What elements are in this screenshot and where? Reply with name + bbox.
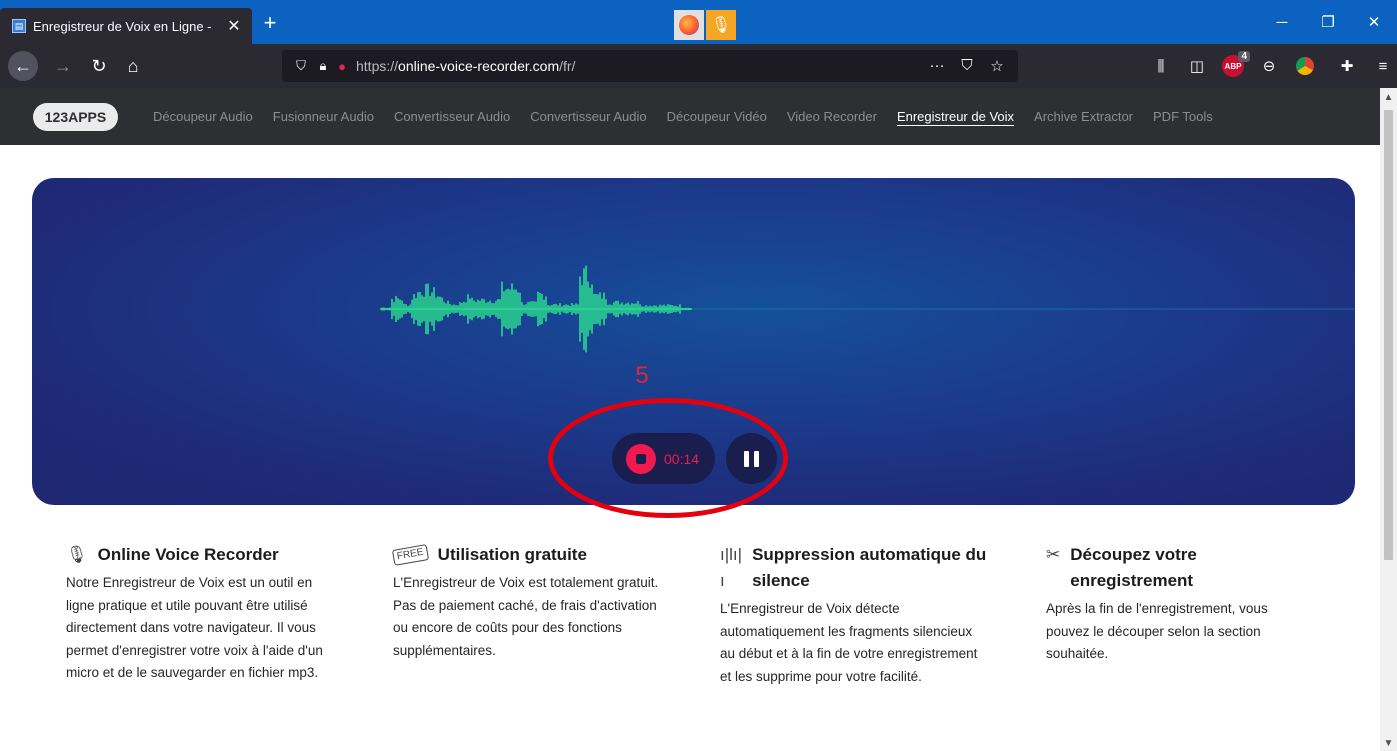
adblock-icon[interactable]: ABP 4 <box>1222 51 1250 77</box>
shield-icon[interactable]: ⛉ <box>290 58 312 74</box>
pause-icon <box>744 450 749 467</box>
reload-icon[interactable]: ↻ <box>84 51 114 81</box>
scroll-down-icon[interactable]: ▼ <box>1380 738 1397 749</box>
feature-text: L'Enregistreur de Voix détecte automatiq… <box>720 601 978 684</box>
feature-text: Notre Enregistreur de Voix est un outil … <box>66 575 323 680</box>
feature-title: Online Voice Recorder <box>97 545 279 564</box>
sharing-indicator[interactable]: 🎙 <box>674 10 736 40</box>
lock-icon[interactable]: 🔒︎ <box>312 58 334 74</box>
feature-silence-removal: ı|lı|ı Suppression automatique du silence… <box>720 542 990 688</box>
nav-link-archive-extractor[interactable]: Archive Extractor <box>1034 109 1133 124</box>
nav-link-video-recorder[interactable]: Video Recorder <box>787 109 877 124</box>
nav-link-audio-converter[interactable]: Convertisseur Audio <box>394 109 510 124</box>
nav-link-audio-converter-2[interactable]: Convertisseur Audio <box>530 109 646 124</box>
home-icon[interactable]: ⌂ <box>118 51 148 81</box>
new-tab-button[interactable]: + <box>258 12 282 36</box>
tab-title: Enregistreur de Voix en Ligne - <box>33 18 212 34</box>
feature-title: Suppression automatique du silence <box>752 545 987 590</box>
nav-link-audio-joiner[interactable]: Fusionneur Audio <box>273 109 374 124</box>
back-arrow-icon[interactable]: ← <box>8 51 38 81</box>
feature-cut-recording: ✂︎ Découpez votre enregistrement Après la… <box>1046 542 1311 666</box>
bookmark-star-icon[interactable]: ☆ <box>984 57 1010 75</box>
menu-icon[interactable]: ≡ <box>1368 51 1397 81</box>
feature-online-voice-recorder: 🎙︎ Online Voice Recorder Notre Enregistre… <box>66 542 331 685</box>
nav-link-pdf-tools[interactable]: PDF Tools <box>1153 109 1213 124</box>
firefox-icon[interactable] <box>674 10 704 40</box>
scissors-icon: ✂︎ <box>1046 545 1061 564</box>
site-header: 123APPS Découpeur Audio Fusionneur Audio… <box>0 88 1380 145</box>
microphone-sharing-icon[interactable]: 🎙 <box>706 10 736 40</box>
toolbar-extensions: ⫼ ◫ ABP 4 ⊖ ✚ ≡ <box>1146 51 1397 81</box>
recording-timer: 00:14 <box>664 450 700 467</box>
address-bar[interactable]: ⛉ 🔒︎ ● https://online-voice-recorder.com… <box>282 50 1018 82</box>
scroll-up-icon[interactable]: ▲ <box>1380 92 1397 103</box>
browser-tab-strip: ▤ Enregistreur de Voix en Ligne - ✕ + 🎙 … <box>0 0 1397 44</box>
url-text[interactable]: https://online-voice-recorder.com/fr/ <box>356 58 575 74</box>
site-nav: Découpeur Audio Fusionneur Audio Convert… <box>153 109 1213 124</box>
window-close-icon[interactable]: ✕ <box>1351 0 1397 44</box>
tab-close-icon[interactable]: ✕ <box>222 16 246 36</box>
extensions-icon[interactable]: ✚ <box>1332 51 1362 81</box>
feature-text: L'Enregistreur de Voix est totalement gr… <box>393 575 659 658</box>
feature-free-usage: FREE Utilisation gratuite L'Enregistreur … <box>391 542 675 662</box>
page-actions-icon[interactable]: ··· <box>924 57 950 75</box>
restore-icon[interactable]: ❐ <box>1305 0 1351 44</box>
site-favicon-icon: ▤ <box>12 19 26 33</box>
scrollbar-thumb[interactable] <box>1384 110 1393 560</box>
page-scrollbar[interactable]: ▲ ▼ <box>1380 88 1397 751</box>
recorder-panel: 5 00:14 <box>32 178 1355 505</box>
feature-text: Après la fin de l'enregistrement, vous p… <box>1046 601 1268 661</box>
adblock-count-badge: 4 <box>1238 51 1250 62</box>
microphone-icon: 🎙︎ <box>66 545 88 564</box>
free-tag-icon: FREE <box>391 544 429 566</box>
feature-title: Découpez votre enregistrement <box>1070 545 1197 590</box>
annotation-number: 5 <box>635 362 649 389</box>
minimize-icon[interactable]: ─ <box>1259 0 1305 44</box>
stop-recording-button[interactable]: 00:14 <box>612 433 715 484</box>
stop-icon <box>626 443 656 474</box>
browser-tab-active[interactable]: ▤ Enregistreur de Voix en Ligne - ✕ <box>0 8 252 44</box>
forward-arrow-icon[interactable]: → <box>48 51 78 81</box>
browser-toolbar: ← → ↻ ⌂ ⛉ 🔒︎ ● https://online-voice-reco… <box>0 44 1397 88</box>
library-icon[interactable]: ⫼ <box>1146 51 1176 81</box>
sidebar-icon[interactable]: ◫ <box>1182 51 1212 81</box>
account-icon[interactable]: ⊖ <box>1254 51 1284 81</box>
chrome-extension-icon[interactable] <box>1296 57 1314 75</box>
site-logo[interactable]: 123APPS <box>33 102 118 131</box>
nav-link-video-cutter[interactable]: Découpeur Vidéo <box>667 109 767 124</box>
nav-link-audio-cutter[interactable]: Découpeur Audio <box>153 109 253 124</box>
nav-link-voice-recorder[interactable]: Enregistreur de Voix <box>897 109 1014 124</box>
feature-title: Utilisation gratuite <box>437 545 587 564</box>
pause-button[interactable] <box>726 433 777 484</box>
pocket-icon[interactable]: ⛉ <box>954 57 980 75</box>
mic-permission-icon[interactable]: ● <box>334 59 350 74</box>
window-controls: ─ ❐ ✕ <box>1259 0 1397 44</box>
waveform-icon: ı|lı|ı <box>720 545 743 590</box>
